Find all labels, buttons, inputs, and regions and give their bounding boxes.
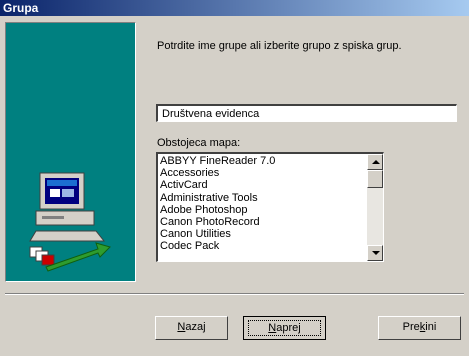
computer-icon <box>29 172 111 272</box>
scroll-thumb[interactable] <box>367 170 383 188</box>
list-item[interactable]: ActivCard <box>160 179 360 191</box>
list-item[interactable]: Adobe Photoshop <box>160 204 360 216</box>
back-button-label: azaj <box>185 321 206 333</box>
list-item[interactable]: Canon PhotoRecord <box>160 216 360 228</box>
folder-listbox[interactable]: ABBYY FineReader 7.0 Accessories ActivCa… <box>156 152 384 262</box>
next-button-label: aprej <box>276 322 301 334</box>
instruction-text: Potrdite ime grupe ali izberite grupo z … <box>157 40 402 52</box>
list-item[interactable]: Accessories <box>160 167 360 179</box>
vertical-scrollbar[interactable] <box>367 154 383 261</box>
list-item[interactable]: Canon Utilities <box>160 228 360 240</box>
next-button[interactable]: Naprej <box>243 316 326 340</box>
wizard-illustration-panel <box>5 22 136 282</box>
cancel-button-label-end: ini <box>425 321 437 333</box>
folder-list: ABBYY FineReader 7.0 Accessories ActivCa… <box>160 155 360 253</box>
list-item[interactable]: Codec Pack <box>160 240 360 252</box>
list-item[interactable]: ABBYY FineReader 7.0 <box>160 155 360 167</box>
separator <box>5 293 464 295</box>
group-name-input[interactable] <box>156 104 457 122</box>
focus-rectangle: Naprej <box>248 320 321 336</box>
list-item[interactable]: Administrative Tools <box>160 192 360 204</box>
window-title: Grupa <box>3 1 39 15</box>
cancel-button[interactable]: Prekini <box>378 316 461 340</box>
existing-folder-label: Obstojeca mapa: <box>157 137 241 149</box>
scroll-down-button[interactable] <box>367 245 383 261</box>
back-button[interactable]: Nazaj <box>155 316 228 340</box>
arrow-up-icon <box>372 160 380 164</box>
scroll-up-button[interactable] <box>367 154 383 170</box>
cancel-button-label-start: Pre <box>402 321 420 333</box>
arrow-down-icon <box>372 251 380 255</box>
title-bar[interactable]: Grupa <box>0 0 469 16</box>
